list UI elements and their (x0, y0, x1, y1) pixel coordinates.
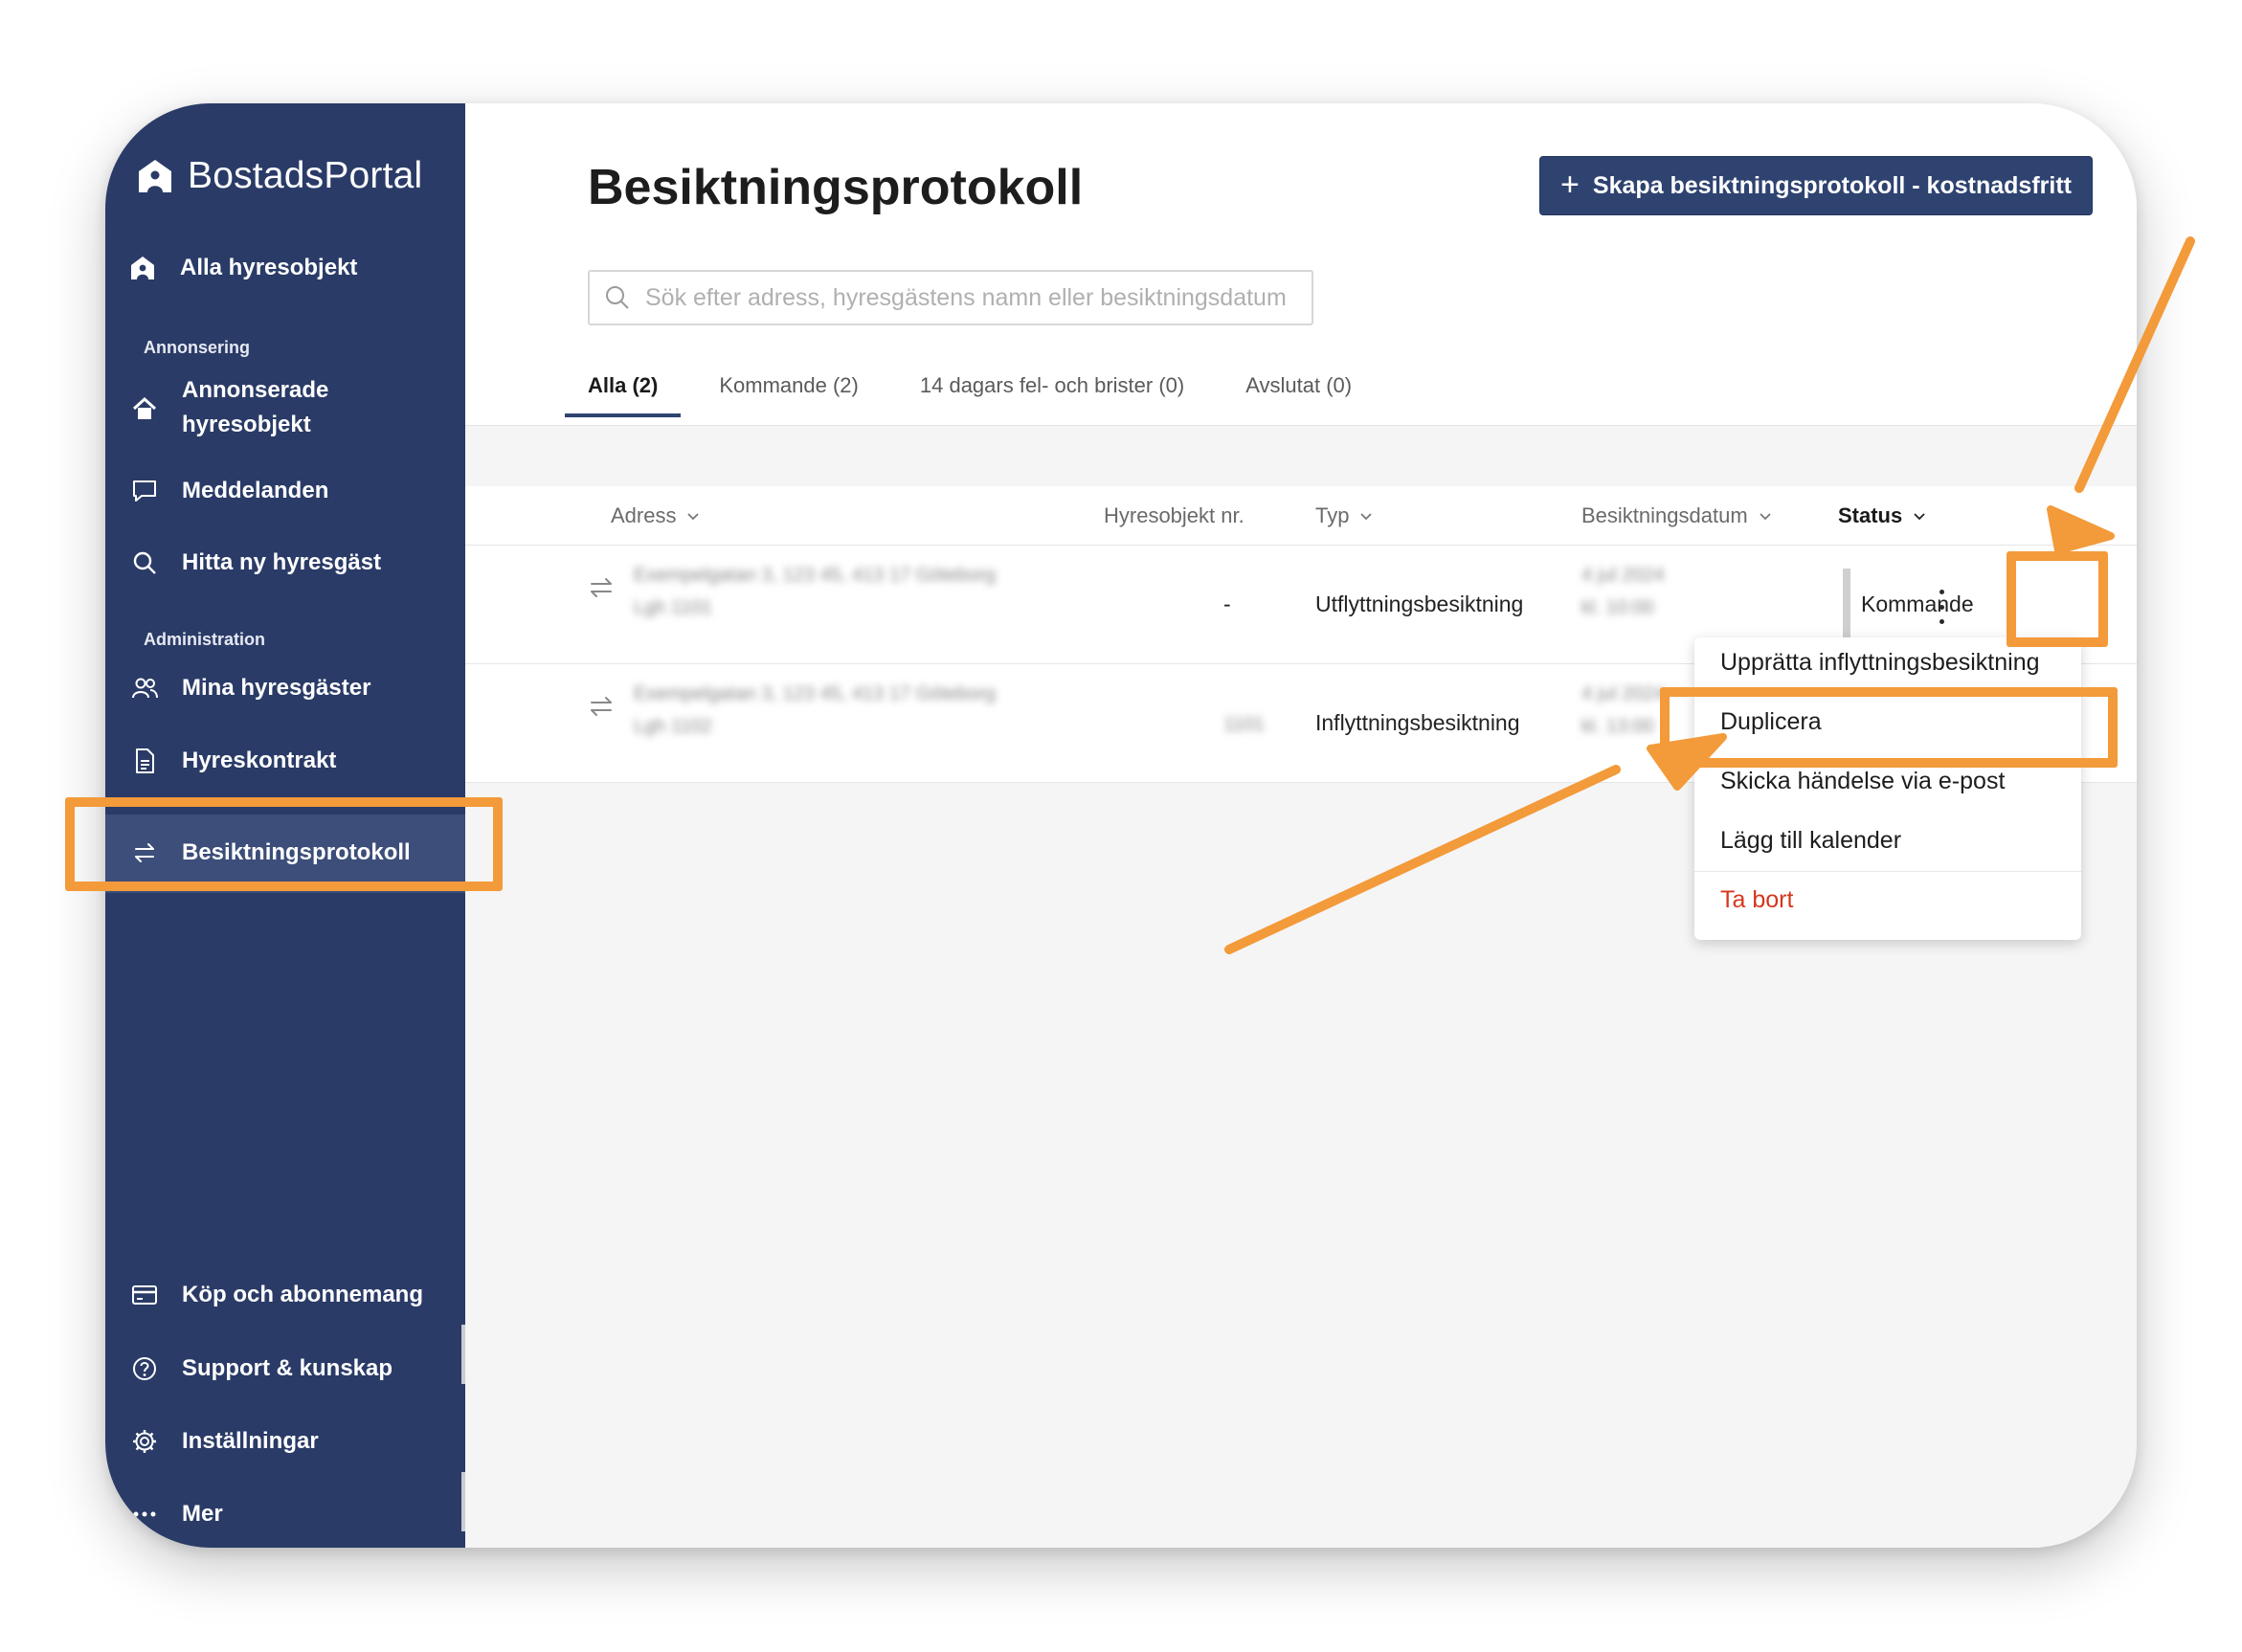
menu-item-skicka-handelse[interactable]: Skicka händelse via e-post (1720, 768, 2005, 795)
date-text: 4 jul 2024 (1581, 565, 1665, 586)
menu-item-upratta-inflyttningsbesiktning[interactable]: Upprätta inflyttningsbesiktning (1720, 649, 2040, 677)
address-sub-text: Lgh 1101 (634, 597, 712, 618)
sidebar-item-hitta-ny-hyresgast[interactable]: Hitta ny hyresgäst (128, 547, 381, 579)
sidebar-item-label: Hitta ny hyresgäst (182, 549, 382, 575)
sidebar-item-meddelanden[interactable]: Meddelanden (128, 475, 328, 507)
chevron-down-icon (1360, 513, 1373, 521)
column-label: Besiktningsdatum (1581, 503, 1748, 527)
sidebar-item-label: Inställningar (182, 1428, 319, 1454)
time-text: kl. 10:00 (1581, 597, 1654, 618)
tab-alla[interactable]: Alla (2) (564, 373, 682, 417)
type-cell: Inflyttningsbesiktning (1315, 710, 1520, 735)
column-label: Adress (611, 503, 677, 527)
sidebar-item-label: Meddelanden (182, 478, 329, 503)
table-header: Adress Hyresobjekt nr. Typ Besiktningsda… (465, 486, 2137, 546)
search-box[interactable] (588, 270, 1313, 325)
tabs: Alla (2) Kommande (2) 14 dagars fel- och… (564, 373, 1413, 417)
brand-name: BostadsPortal (188, 155, 423, 196)
address-cell: Exempelgatan 3, 123 45, 413 17 Göteborg … (634, 559, 996, 624)
sidebar-item-label: Mer (182, 1501, 223, 1527)
section-label-administration: Administration (144, 630, 266, 649)
address-cell: Exempelgatan 3, 123 45, 413 17 Göteborg … (634, 678, 996, 743)
swap-arrows-icon (586, 691, 617, 727)
sidebar-item-label: Hyreskontrakt (182, 748, 337, 773)
swap-arrows-icon (586, 572, 617, 609)
create-protocol-button[interactable]: + Skapa besiktningsprotokoll - kostnadsf… (1539, 156, 2093, 215)
search-input[interactable] (645, 283, 1296, 312)
house-logo-icon (139, 160, 171, 192)
type-cell: Utflyttningsbesiktning (1315, 592, 1524, 616)
menu-item-ta-bort[interactable]: Ta bort (1720, 886, 1793, 914)
address-text: Exempelgatan 3, 123 45, 413 17 Göteborg (634, 565, 997, 586)
column-header-besiktningsdatum[interactable]: Besiktningsdatum (1581, 503, 1773, 528)
column-label: Status (1838, 503, 1903, 527)
sidebar-item-hyreskontrakt[interactable]: Hyreskontrakt (128, 745, 336, 777)
column-header-adress[interactable]: Adress (611, 503, 701, 528)
row-context-menu: Upprätta inflyttningsbesiktning Duplicer… (1694, 637, 2081, 940)
menu-divider (1694, 871, 2081, 872)
column-label: Typ (1315, 503, 1350, 527)
card-icon (128, 1279, 161, 1311)
more-icon (128, 1498, 161, 1530)
sidebar-item-kop-och-abonnemang[interactable]: Köp och abonnemang (128, 1279, 423, 1311)
sidebar-item-support-kunskap[interactable]: Support & kunskap (128, 1352, 392, 1385)
date-text: 4 jul 2024 (1581, 683, 1665, 704)
chevron-down-icon (1760, 513, 1771, 521)
chat-icon (128, 475, 161, 507)
create-protocol-label: Skapa besiktningsprotokoll - kostnadsfri… (1592, 171, 2072, 199)
more-options-icon[interactable] (1934, 590, 1949, 624)
column-header-typ[interactable]: Typ (1315, 503, 1374, 528)
document-icon (128, 745, 161, 777)
annotation-highlight-kebab (2007, 551, 2108, 647)
object-nr-cell: - (1223, 592, 1231, 616)
section-label-annonsering: Annonsering (144, 338, 250, 357)
address-sub-text: Lgh 1102 (634, 716, 712, 737)
tab-kommande[interactable]: Kommande (2) (719, 373, 859, 417)
search-icon (606, 286, 629, 309)
label-line-2: hyresobjekt (182, 412, 311, 437)
page-header: Besiktningsprotokoll + Skapa besiktnings… (465, 103, 2137, 426)
chevron-down-icon (1914, 513, 1925, 521)
sidebar-item-label: Köp och abonnemang (182, 1282, 423, 1307)
label-line-1: Annonserade (182, 377, 329, 403)
main-content: Besiktningsprotokoll + Skapa besiktnings… (465, 103, 2137, 1548)
annotation-highlight-sidebar (65, 797, 503, 891)
plus-icon: + (1560, 166, 1580, 203)
tab-fel-och-brister[interactable]: 14 dagars fel- och brister (0) (920, 373, 1184, 417)
users-icon (128, 672, 161, 704)
brand-logo[interactable]: BostadsPortal (136, 155, 422, 197)
tab-avslutat[interactable]: Avslutat (0) (1245, 373, 1352, 417)
gear-icon (128, 1425, 161, 1458)
house-icon (126, 252, 159, 284)
sidebar-item-mina-hyresgaster[interactable]: Mina hyresgäster (128, 672, 370, 704)
sidebar-item-mer[interactable]: Mer (128, 1498, 223, 1530)
status-indicator (1843, 569, 1850, 639)
status-cell: Kommande (1861, 592, 1974, 616)
sidebar-item-label: Support & kunskap (182, 1355, 393, 1381)
date-cell: 4 jul 2024 kl. 10:00 (1581, 559, 1665, 624)
sidebar-item-label: Alla hyresobjekt (180, 255, 358, 280)
help-icon (128, 1352, 161, 1385)
date-cell: 4 jul 2024 kl. 13:00 (1581, 678, 1665, 743)
annotation-highlight-duplicera (1660, 687, 2118, 768)
sidebar-item-installningar[interactable]: Inställningar (128, 1425, 319, 1458)
address-text: Exempelgatan 3, 123 45, 413 17 Göteborg (634, 683, 997, 704)
object-nr-cell: 1101 (1223, 714, 1266, 735)
time-text: kl. 13:00 (1581, 716, 1654, 737)
column-header-status[interactable]: Status (1838, 503, 1927, 528)
sidebar-item-annonserade-hyresobjekt[interactable]: Annonserade hyresobjekt (128, 373, 328, 442)
house-icon (128, 392, 161, 425)
menu-item-lagg-till-kalender[interactable]: Lägg till kalender (1720, 827, 1901, 855)
sidebar-item-label: Mina hyresgäster (182, 675, 371, 701)
sidebar-item-alla-hyresobjekt[interactable]: Alla hyresobjekt (126, 252, 357, 284)
chevron-down-icon (687, 513, 700, 521)
page-title: Besiktningsprotokoll (588, 160, 1084, 215)
column-label: Hyresobjekt nr. (1104, 503, 1244, 527)
search-icon (128, 547, 161, 579)
sidebar-item-label: Annonserade hyresobjekt (182, 373, 328, 442)
column-header-hyresobjekt-nr: Hyresobjekt nr. (1104, 503, 1244, 528)
